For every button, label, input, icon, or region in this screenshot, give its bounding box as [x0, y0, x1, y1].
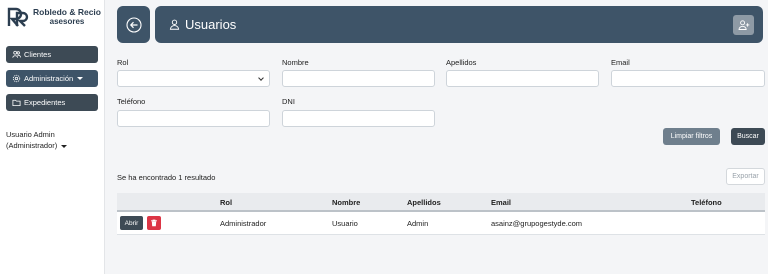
back-button[interactable]: [117, 6, 150, 43]
column-header-telefono: Teléfono: [691, 198, 722, 207]
chevron-down-icon: [77, 77, 84, 80]
clear-filters-button[interactable]: Limpiar filtros: [663, 128, 720, 145]
rol-label: Rol: [117, 58, 129, 67]
nombre-input[interactable]: [282, 70, 435, 87]
page-header: Usuarios: [155, 6, 763, 43]
gear-icon: [12, 74, 21, 83]
brand-name: Robledo & Recio: [32, 7, 101, 17]
main-content: Usuarios Rol Nombre Apellidos Email Telé…: [105, 0, 768, 274]
nombre-label: Nombre: [282, 58, 309, 67]
export-button[interactable]: Exportar: [726, 168, 765, 185]
user-role: (Administrador): [6, 141, 58, 150]
apellidos-input[interactable]: [446, 70, 599, 87]
email-input[interactable]: [611, 70, 765, 87]
delete-button[interactable]: [147, 216, 161, 230]
dni-label: DNI: [282, 97, 295, 106]
sidebar-item-expedientes[interactable]: Expedientes: [6, 94, 98, 111]
column-header-rol: Rol: [220, 198, 233, 207]
cell-apellidos: Admin: [407, 219, 429, 228]
arrow-left-circle-icon: [125, 16, 142, 33]
user-menu[interactable]: Usuario Admin (Administrador): [6, 129, 101, 151]
users-table: Rol Nombre Apellidos Email Teléfono Abri…: [117, 193, 765, 235]
sidebar: Robledo & Recio asesores Clientes Admini…: [0, 0, 105, 274]
telefono-label: Teléfono: [117, 97, 146, 106]
cell-nombre: Usuario: [332, 219, 358, 228]
apellidos-label: Apellidos: [446, 58, 477, 67]
chevron-down-icon: [258, 75, 264, 81]
column-header-apellidos: Apellidos: [407, 198, 441, 207]
brand-subtitle: asesores: [49, 17, 85, 26]
sidebar-item-clientes[interactable]: Clientes: [6, 46, 98, 63]
column-header-nombre: Nombre: [332, 198, 361, 207]
search-button[interactable]: Buscar: [731, 128, 765, 145]
rol-select[interactable]: [117, 70, 270, 87]
chevron-down-icon: [61, 145, 68, 148]
logo-mark-icon: [7, 7, 29, 27]
sidebar-item-administracion[interactable]: Administración: [6, 70, 98, 87]
cell-rol: Administrador: [220, 219, 267, 228]
folder-icon: [12, 99, 21, 107]
email-label: Email: [611, 58, 630, 67]
cell-email: asainz@grupogestyde.com: [491, 219, 582, 228]
brand-logo[interactable]: Robledo & Recio asesores: [6, 4, 101, 30]
trash-icon: [151, 219, 157, 227]
dni-input[interactable]: [282, 110, 435, 127]
user-plus-icon: [738, 20, 749, 30]
sidebar-item-label: Clientes: [24, 50, 52, 59]
sidebar-item-label: Expedientes: [24, 98, 66, 107]
table-row: Abrir Administrador Usuario Admin asainz…: [117, 212, 765, 235]
user-name: Usuario Admin: [6, 130, 55, 139]
results-summary: Se ha encontrado 1 resultado: [117, 173, 216, 182]
user-icon: [169, 19, 180, 30]
page-title: Usuarios: [185, 17, 237, 32]
users-icon: [12, 50, 21, 58]
telefono-input[interactable]: [117, 110, 270, 127]
table-header: Rol Nombre Apellidos Email Teléfono: [117, 193, 765, 212]
sidebar-item-label: Administración: [24, 74, 74, 83]
column-header-email: Email: [491, 198, 512, 207]
add-user-button[interactable]: [733, 15, 754, 35]
open-button[interactable]: Abrir: [120, 216, 143, 230]
